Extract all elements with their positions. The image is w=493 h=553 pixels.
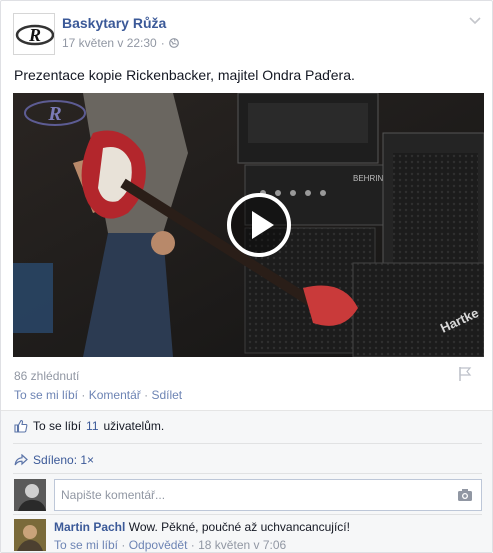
comment-placeholder: Napište komentář...	[61, 488, 166, 502]
like-link[interactable]: To se mi líbí	[14, 388, 78, 402]
likes-suffix: uživatelům.	[103, 419, 165, 433]
likes-count-link[interactable]: 11	[86, 419, 98, 433]
video-player[interactable]: BEHRINGER Hartke R	[13, 93, 484, 357]
comment-reply-link[interactable]: Odpovědět	[129, 538, 188, 552]
divider	[1, 410, 492, 411]
share-link[interactable]: Sdílet	[151, 388, 182, 402]
comment-link[interactable]: Komentář	[89, 388, 141, 402]
dot-separator: ·	[121, 538, 126, 552]
flag-icon[interactable]	[458, 366, 472, 382]
globe-icon[interactable]	[168, 38, 179, 48]
share-arrow-icon	[14, 454, 28, 466]
current-user-avatar[interactable]	[14, 479, 46, 511]
commenter-avatar[interactable]	[14, 519, 46, 551]
divider	[13, 514, 482, 515]
post-text: Prezentace kopie Rickenbacker, majitel O…	[14, 67, 355, 83]
comment-input[interactable]: Napište komentář...	[54, 479, 482, 511]
view-count: 86 zhlédnutí	[14, 369, 80, 383]
post-meta: 17 květen v 22:30 ·	[62, 36, 179, 50]
comment-body: Martin Pachl Wow. Pěkné, poučné až uchva…	[54, 520, 350, 534]
thumbs-up-icon	[14, 419, 28, 433]
comment-author-link[interactable]: Martin Pachl	[54, 520, 125, 534]
post-timestamp[interactable]: 17 květen v 22:30	[62, 36, 157, 50]
chevron-down-icon[interactable]	[468, 15, 482, 25]
camera-icon[interactable]	[457, 488, 473, 502]
page-logo[interactable]: R	[13, 13, 55, 55]
comment-time[interactable]: 18 květen v 7:06	[198, 538, 286, 552]
divider	[13, 443, 482, 444]
comment-like-link[interactable]: To se mi líbí	[54, 538, 118, 552]
likes-summary: To se líbí 11 uživatelům.	[14, 419, 164, 433]
svg-text:R: R	[47, 103, 61, 125]
dot-separator: ·	[144, 388, 149, 402]
likes-prefix: To se líbí	[33, 419, 82, 433]
dot-separator: ·	[81, 388, 86, 402]
post-actions: To se mi líbí · Komentář · Sdílet	[14, 388, 182, 402]
svg-text:R: R	[28, 25, 41, 45]
shares-link[interactable]: Sdíleno: 1×	[14, 453, 94, 467]
shares-label: Sdíleno: 1×	[33, 453, 95, 467]
comment-actions: To se mi líbí · Odpovědět · 18 květen v …	[54, 538, 286, 552]
meta-separator: ·	[160, 36, 165, 50]
play-icon[interactable]	[227, 193, 291, 257]
divider	[13, 473, 482, 474]
comment-text: Wow. Pěkné, poučné až uchvancancující!	[128, 520, 350, 534]
page-name-link[interactable]: Baskytary Růža	[62, 15, 166, 31]
post-card: R Baskytary Růža 17 květen v 22:30 · Pre…	[0, 0, 493, 553]
dot-separator: ·	[190, 538, 195, 552]
